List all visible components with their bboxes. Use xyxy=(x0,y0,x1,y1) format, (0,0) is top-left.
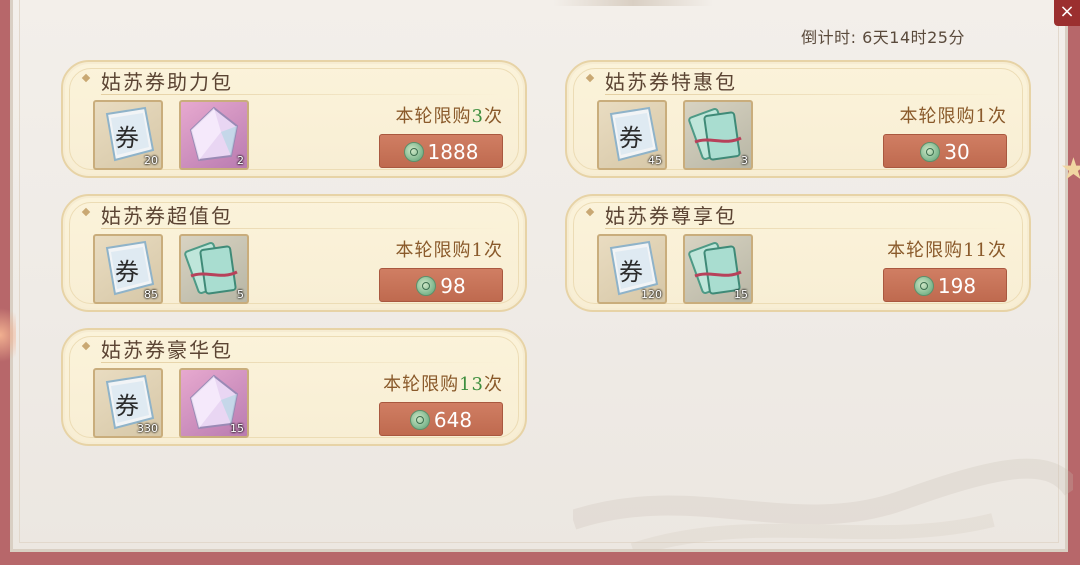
price-label: 1888 xyxy=(427,140,479,164)
limit-number: 11 xyxy=(963,240,988,261)
title-divider xyxy=(101,228,503,229)
limit-suffix: 次 xyxy=(988,240,1007,261)
price-label: 30 xyxy=(944,140,970,164)
title-diamond-icon xyxy=(585,207,595,217)
limit-prefix: 本轮限购 xyxy=(887,240,964,261)
item-count: 2 xyxy=(237,154,244,167)
title-divider xyxy=(101,362,503,363)
package-title: 姑苏券特惠包 xyxy=(605,70,737,94)
package-title: 姑苏券助力包 xyxy=(101,70,233,94)
title-diamond-icon xyxy=(81,73,91,83)
purchase-limit: 本轮限购1次 xyxy=(900,102,1007,128)
top-ornament xyxy=(553,0,713,6)
reward-item-banknote[interactable]: 3 xyxy=(683,100,753,170)
reward-item-banknote[interactable]: 5 xyxy=(179,234,249,304)
package-card-value: 姑苏券超值包 券 85 5 本轮限购1次 98 xyxy=(61,194,527,312)
package-card-special: 姑苏券特惠包 券 45 3 本轮限购1次 30 xyxy=(565,60,1031,178)
reward-item-crystal[interactable]: 15 xyxy=(179,368,249,438)
title-divider xyxy=(605,94,1007,95)
title-diamond-icon xyxy=(81,341,91,351)
price-label: 98 xyxy=(440,274,466,298)
ticket-glyph: 券 xyxy=(115,392,139,420)
title-divider xyxy=(605,228,1007,229)
star-decoration-icon: ★ xyxy=(1060,152,1080,187)
jade-coin-icon xyxy=(403,142,424,162)
item-count: 5 xyxy=(237,288,244,301)
title-diamond-icon xyxy=(81,207,91,217)
item-count: 3 xyxy=(741,154,748,167)
buy-button[interactable]: 30 xyxy=(883,134,1007,168)
buy-button[interactable]: 648 xyxy=(379,402,503,436)
limit-number: 3 xyxy=(471,106,484,127)
reward-item-ticket[interactable]: 券 85 xyxy=(93,234,163,304)
reward-item-crystal[interactable]: 2 xyxy=(179,100,249,170)
item-count: 85 xyxy=(144,288,158,301)
limit-prefix: 本轮限购 xyxy=(383,374,460,395)
title-diamond-icon xyxy=(585,73,595,83)
purchase-limit: 本轮限购13次 xyxy=(383,370,503,396)
limit-suffix: 次 xyxy=(988,106,1007,127)
limit-number: 1 xyxy=(471,240,484,261)
ticket-glyph: 券 xyxy=(619,258,643,286)
jade-coin-icon xyxy=(913,276,934,296)
limit-number: 1 xyxy=(975,106,988,127)
jade-coin-icon xyxy=(416,276,437,296)
jade-coin-icon xyxy=(920,142,941,162)
ticket-glyph: 券 xyxy=(115,124,139,152)
shop-panel: 倒计时: 6天14时25分 姑苏券助力包 券 20 2 本轮限购3次 1888 xyxy=(10,0,1073,552)
buy-button[interactable]: 1888 xyxy=(379,134,503,168)
item-count: 20 xyxy=(144,154,158,167)
limit-prefix: 本轮限购 xyxy=(395,106,472,127)
limit-number: 13 xyxy=(459,374,484,395)
price-label: 198 xyxy=(937,274,977,298)
countdown-timer: 倒计时: 6天14时25分 xyxy=(801,24,965,48)
limit-suffix: 次 xyxy=(484,240,503,261)
item-count: 330 xyxy=(137,422,158,435)
reward-item-ticket[interactable]: 券 45 xyxy=(597,100,667,170)
package-title: 姑苏券豪华包 xyxy=(101,338,233,362)
purchase-limit: 本轮限购1次 xyxy=(396,236,503,262)
package-card-assist: 姑苏券助力包 券 20 2 本轮限购3次 1888 xyxy=(61,60,527,178)
package-card-premium: 姑苏券尊享包 券 120 15 本轮限购11次 198 xyxy=(565,194,1031,312)
buy-button[interactable]: 198 xyxy=(883,268,1007,302)
countdown-label: 倒计时: xyxy=(801,28,857,47)
limit-suffix: 次 xyxy=(484,106,503,127)
item-count: 45 xyxy=(648,154,662,167)
package-title: 姑苏券尊享包 xyxy=(605,204,737,228)
limit-prefix: 本轮限购 xyxy=(395,240,472,261)
jade-coin-icon xyxy=(409,410,430,430)
reward-item-ticket[interactable]: 券 120 xyxy=(597,234,667,304)
close-icon[interactable]: × xyxy=(1054,0,1080,26)
countdown-value: 6天14时25分 xyxy=(856,28,965,47)
reward-item-ticket[interactable]: 券 330 xyxy=(93,368,163,438)
item-count: 15 xyxy=(230,422,244,435)
reward-item-banknote[interactable]: 15 xyxy=(683,234,753,304)
limit-prefix: 本轮限购 xyxy=(899,106,976,127)
price-label: 648 xyxy=(433,408,473,432)
left-glow-decoration xyxy=(0,300,16,370)
title-divider xyxy=(101,94,503,95)
reward-item-ticket[interactable]: 券 20 xyxy=(93,100,163,170)
ticket-glyph: 券 xyxy=(115,258,139,286)
package-card-luxury: 姑苏券豪华包 券 330 15 本轮限购13次 648 xyxy=(61,328,527,446)
limit-suffix: 次 xyxy=(484,374,503,395)
package-title: 姑苏券超值包 xyxy=(101,204,233,228)
buy-button[interactable]: 98 xyxy=(379,268,503,302)
ink-mist-decoration xyxy=(573,458,1073,550)
item-count: 120 xyxy=(641,288,662,301)
purchase-limit: 本轮限购3次 xyxy=(396,102,503,128)
purchase-limit: 本轮限购11次 xyxy=(887,236,1007,262)
ticket-glyph: 券 xyxy=(619,124,643,152)
item-count: 15 xyxy=(734,288,748,301)
